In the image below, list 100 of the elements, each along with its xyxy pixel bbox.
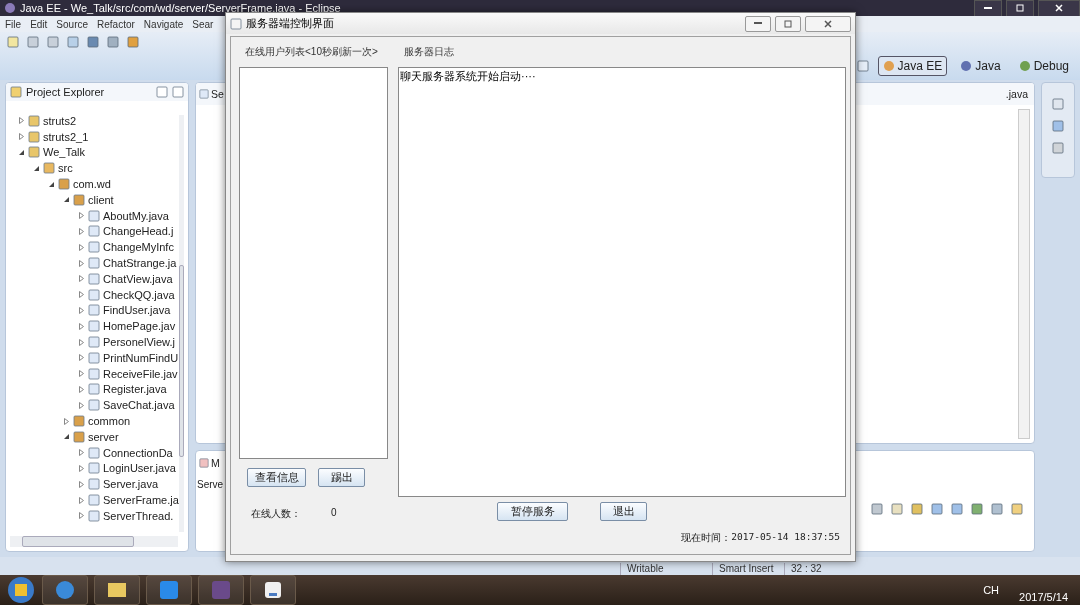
minimize-button[interactable] xyxy=(745,15,771,32)
perspective-tab[interactable]: Java EE xyxy=(877,56,948,76)
expand-arrow-icon[interactable] xyxy=(78,512,85,520)
expand-arrow-icon[interactable] xyxy=(78,306,85,314)
toolbar-icon[interactable] xyxy=(890,502,904,516)
clock-date[interactable]: 2017/5/14 xyxy=(1019,577,1068,603)
tree-item[interactable]: Server.java xyxy=(103,478,159,491)
editor-tab[interactable]: Se xyxy=(199,88,224,100)
expand-arrow-icon[interactable] xyxy=(18,117,25,125)
tree-item[interactable]: PrintNumFindU xyxy=(103,351,179,364)
collapse-arrow-icon[interactable] xyxy=(48,180,55,188)
menu-item[interactable]: Sear xyxy=(192,18,214,30)
user-list-label: 在线用户列表<10秒刷新一次> xyxy=(244,45,379,59)
menu-item[interactable]: Navigate xyxy=(143,18,184,30)
input-language[interactable]: CH xyxy=(983,584,1000,596)
tree-item[interactable]: Register.java xyxy=(103,383,167,396)
horizontal-scrollbar[interactable] xyxy=(10,536,178,547)
tree-item[interactable]: ConnectionDa xyxy=(103,446,173,459)
collapse-arrow-icon[interactable] xyxy=(63,433,70,441)
tree-item[interactable]: common xyxy=(88,415,131,428)
taskbar-app-icon[interactable] xyxy=(250,575,296,605)
tree-item[interactable]: ChangeMyInfc xyxy=(103,241,174,254)
menu-item[interactable]: File xyxy=(5,18,22,30)
tree-item[interactable]: ChatStrange.ja xyxy=(103,257,177,270)
tree-item[interactable]: server xyxy=(88,430,119,443)
toolbar-icon[interactable] xyxy=(910,502,924,516)
expand-arrow-icon[interactable] xyxy=(78,370,85,378)
toolbar-icon[interactable] xyxy=(990,502,1004,516)
tree-item[interactable]: struts2 xyxy=(43,114,76,127)
restore-icon[interactable] xyxy=(1051,97,1065,111)
toolbar-icon[interactable] xyxy=(950,502,964,516)
tree-item[interactable]: ReceiveFile.jav xyxy=(103,367,178,380)
start-button[interactable] xyxy=(6,576,36,604)
menu-item[interactable]: Edit xyxy=(30,18,48,30)
perspective-tab[interactable]: Java xyxy=(955,56,1006,76)
tree-item[interactable]: com.wd xyxy=(73,178,111,191)
expand-arrow-icon[interactable] xyxy=(78,385,85,393)
server-action-button[interactable]: 退出 xyxy=(600,502,647,521)
expand-arrow-icon[interactable] xyxy=(78,275,85,283)
restore-button[interactable] xyxy=(1006,0,1034,17)
expand-arrow-icon[interactable] xyxy=(78,464,85,472)
expand-arrow-icon[interactable] xyxy=(78,291,85,299)
collapse-arrow-icon[interactable] xyxy=(33,164,40,172)
toolbar-icon[interactable] xyxy=(1010,502,1024,516)
expand-arrow-icon[interactable] xyxy=(63,417,70,425)
log-text-area[interactable]: 聊天服务器系统开始启动···· xyxy=(398,67,846,497)
toolbar-icon[interactable] xyxy=(870,502,884,516)
tree-item[interactable]: ChatView.java xyxy=(103,272,173,285)
user-action-button[interactable]: 查看信息 xyxy=(247,468,306,487)
java-file-icon xyxy=(88,462,100,475)
expand-arrow-icon[interactable] xyxy=(78,480,85,488)
tree-item[interactable]: PersonelView.j xyxy=(103,336,175,349)
expand-arrow-icon[interactable] xyxy=(78,243,85,251)
expand-arrow-icon[interactable] xyxy=(78,449,85,457)
minimize-button[interactable] xyxy=(974,0,1002,17)
tree-item[interactable]: LoginUser.java xyxy=(103,462,176,475)
toolbar-icon[interactable] xyxy=(66,35,80,49)
tree-item[interactable]: CheckQQ.java xyxy=(103,288,175,301)
expand-arrow-icon[interactable] xyxy=(78,212,85,220)
tree-item[interactable]: SaveChat.java xyxy=(103,399,175,412)
tree-item[interactable]: We_Talk xyxy=(43,146,85,159)
menu-item[interactable]: Refactor xyxy=(97,18,135,30)
toolbar-icon[interactable] xyxy=(26,35,40,49)
expand-arrow-icon[interactable] xyxy=(78,259,85,267)
expand-arrow-icon[interactable] xyxy=(78,401,85,409)
tree-item[interactable]: FindUser.java xyxy=(103,304,171,317)
expand-arrow-icon[interactable] xyxy=(78,227,85,235)
toolbar-icon[interactable] xyxy=(46,35,60,49)
toolbar-icon[interactable] xyxy=(86,35,100,49)
tree-item[interactable]: HomePage.jav xyxy=(103,320,176,333)
outline-icon[interactable] xyxy=(1051,119,1065,133)
toolbar-icon[interactable] xyxy=(930,502,944,516)
perspective-tab[interactable]: Debug xyxy=(1013,56,1074,76)
tree-item[interactable]: ChangeHead.j xyxy=(103,225,174,238)
toolbar-icon[interactable] xyxy=(970,502,984,516)
menu-item[interactable]: Source xyxy=(56,18,89,30)
collapse-arrow-icon[interactable] xyxy=(63,196,70,204)
editor-tab[interactable]: .java xyxy=(1005,88,1028,100)
toolbar-icon[interactable] xyxy=(106,35,120,49)
taskbar-app-icon[interactable] xyxy=(94,575,140,605)
tree-item[interactable]: client xyxy=(88,193,114,206)
toolbar-icon[interactable] xyxy=(126,35,140,49)
server-action-button[interactable]: 暂停服务 xyxy=(497,502,568,521)
expand-arrow-icon[interactable] xyxy=(78,496,85,504)
tree-item[interactable]: src xyxy=(58,162,73,175)
tree-item[interactable]: struts2_1 xyxy=(43,130,89,143)
tree-item[interactable]: AboutMy.java xyxy=(103,209,169,222)
expand-arrow-icon[interactable] xyxy=(78,354,85,362)
expand-arrow-icon[interactable] xyxy=(78,322,85,330)
close-icon xyxy=(824,19,832,28)
expand-arrow-icon[interactable] xyxy=(78,338,85,346)
task-list-icon[interactable] xyxy=(1051,141,1065,155)
toolbar-icon[interactable] xyxy=(6,35,20,49)
tree-item[interactable]: ServerFrame.ja xyxy=(103,494,179,506)
user-action-button[interactable]: 踢出 xyxy=(318,468,365,487)
collapse-arrow-icon[interactable] xyxy=(18,149,25,156)
expand-arrow-icon[interactable] xyxy=(18,133,25,141)
tree-item[interactable]: ServerThread. xyxy=(103,509,174,522)
close-button[interactable] xyxy=(1038,0,1080,17)
open-perspective-icon[interactable] xyxy=(855,59,870,73)
